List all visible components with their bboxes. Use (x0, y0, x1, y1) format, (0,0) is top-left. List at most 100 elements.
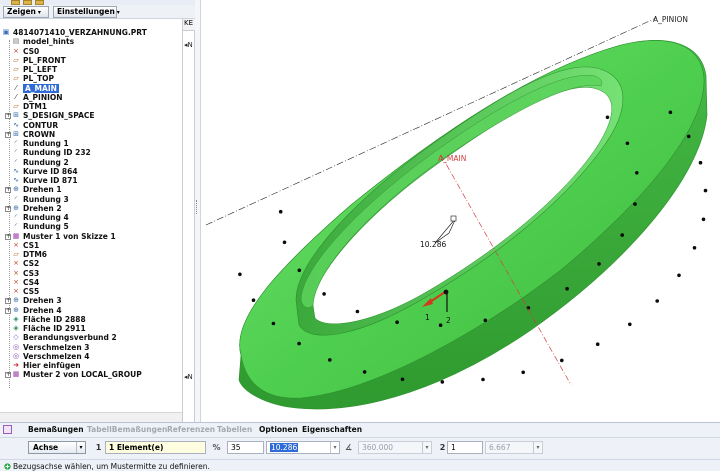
status-plus-icon (4, 463, 11, 470)
hole-marker (597, 262, 601, 266)
tree-item[interactable]: ⁄ A_MAIN (0, 83, 181, 93)
tree-item[interactable]: ⨯ CS5 (0, 287, 181, 296)
dimension-value-label[interactable]: 10.286 (420, 240, 446, 249)
pattern-type-dropdown[interactable]: Achse ▾ (28, 441, 86, 454)
hole-marker (560, 358, 564, 363)
tab-tables[interactable]: Tabellen (217, 425, 252, 434)
tree-item[interactable]: ⨯ CS2 (0, 259, 181, 268)
tree-item-label: Drehen 4 (23, 305, 62, 315)
graphics-viewport[interactable]: A_PINION A_MAIN 10.286 1 2 (201, 0, 720, 422)
tab-references[interactable]: Referenzen (167, 425, 215, 434)
tree-item[interactable]: + ⊞ S_DESIGN_SPACE (0, 111, 181, 120)
tree-item[interactable]: ▤ model_hints (0, 37, 181, 46)
hole-marker (362, 370, 367, 374)
revolve-icon: ⊕ (13, 305, 19, 314)
revolve-icon: ⊕ (13, 185, 19, 194)
tree-item[interactable]: ➜ Hier einfügen (0, 361, 181, 370)
boundary-blend-icon: ◇ (13, 333, 19, 342)
hole-marker (282, 240, 287, 245)
tree-item-label: PL_FRONT (23, 55, 66, 65)
expand-toggle-icon[interactable]: + (5, 307, 11, 314)
curve-icon: ∿ (13, 176, 19, 184)
tree-item[interactable]: ◎ Verschmelzen 4 (0, 352, 181, 361)
tree-item[interactable]: ◜ Rundung 4 (0, 213, 181, 222)
tree-item[interactable]: ⨯ CS3 (0, 269, 181, 278)
tree-item[interactable]: ▱ DTM1 (0, 102, 181, 111)
hole-marker (355, 309, 360, 314)
tree-item[interactable]: + ⊕ Drehen 4 (0, 306, 181, 315)
tab-table-dimensions[interactable]: TabellBemaßungen (87, 425, 167, 434)
tab-options[interactable]: Optionen (259, 425, 298, 434)
tree-item[interactable]: ▱ PL_LEFT (0, 65, 181, 74)
tree-item[interactable]: + ▦ Muster 2 von LOCAL_GROUP (0, 370, 181, 379)
tree-item[interactable]: ◜ Rundung 2 (0, 158, 181, 167)
tree-item[interactable]: + ⊞ CROWN (0, 130, 181, 139)
expand-toggle-icon[interactable]: + (5, 187, 11, 194)
hole-marker (668, 110, 673, 115)
a-main-axis-label[interactable]: A_MAIN (438, 154, 466, 163)
coordinate-system-icon: ⨯ (13, 240, 19, 249)
tree-item[interactable]: ◇ Berandungsverbund 2 (0, 333, 181, 342)
tree-item-label: CS4 (23, 277, 40, 287)
tree-column-header[interactable]: KE (182, 19, 195, 31)
tree-item[interactable]: ◜ Rundung 1 (0, 139, 181, 148)
tree-item[interactable]: ◈ Fläche ID 2911 (0, 324, 181, 333)
expand-toggle-icon[interactable]: + (5, 113, 11, 120)
tree-item[interactable]: ⁄ A_PINION (0, 93, 181, 102)
tree-item[interactable]: ◜ Rundung 5 (0, 222, 181, 231)
model-tree-panel: Zeigen ▾ Einstellungen ▾ KE ◂N ◂N ▣ 4814071… (0, 0, 195, 422)
axis-reference-collector[interactable]: 1 Element(e) (105, 441, 206, 454)
a-pinion-axis-label[interactable]: A_PINION (653, 15, 688, 24)
expand-toggle-icon[interactable]: + (5, 205, 11, 212)
expand-toggle-icon[interactable]: + (5, 372, 11, 379)
tree-item-label: Kurve ID 871 (23, 176, 78, 185)
tree-item-label: CS0 (23, 46, 40, 56)
tree-item[interactable]: ∿ Kurve ID 864 (0, 167, 181, 176)
hole-marker (251, 298, 256, 303)
hole-marker (655, 299, 659, 303)
tree-item[interactable]: ⨯ CS1 (0, 241, 181, 250)
tree-item[interactable]: ▱ PL_TOP (0, 74, 181, 83)
tree-item[interactable]: + ⊕ Drehen 3 (0, 296, 181, 305)
second-spacing-field[interactable]: 6.667 ▾ (485, 441, 543, 454)
hole-marker (628, 322, 632, 327)
expand-toggle-icon[interactable]: + (5, 131, 11, 138)
tree-item[interactable]: ◜ Rundung 3 (0, 195, 181, 204)
hole-marker (565, 286, 569, 291)
tab-properties[interactable]: Eigenschaften (302, 425, 362, 434)
second-direction-index: 2 (439, 443, 446, 452)
spacing-field[interactable]: 10.286 ▾ (266, 441, 340, 454)
datum-plane-icon: ▱ (13, 250, 19, 258)
tree-item[interactable]: ▣ 4814071410_VERZAHNUNG.PRT (0, 28, 181, 37)
show-menu-button[interactable]: Zeigen ▾ (3, 6, 49, 18)
gear-ring-model[interactable] (238, 40, 708, 410)
angle-range-field[interactable]: 360.000 ▾ (358, 441, 432, 454)
tree-item[interactable]: ∿ Kurve ID 871 (0, 176, 181, 185)
tree-item[interactable]: ◜ Rundung ID 232 (0, 148, 181, 157)
hole-marker (521, 370, 525, 375)
tab-dimensions[interactable]: Bemaßungen (28, 425, 84, 434)
second-count-field[interactable]: 1 (447, 441, 483, 454)
insert-here-icon: ➜ (13, 361, 19, 369)
expand-toggle-icon[interactable]: + (5, 298, 11, 305)
hole-marker (297, 341, 301, 346)
tree-item[interactable]: ◎ Verschmelzen 3 (0, 343, 181, 352)
tree-item[interactable]: ⨯ CS0 (0, 47, 181, 56)
tree-item[interactable]: ▱ DTM6 (0, 250, 181, 259)
tree-item[interactable]: ⨯ CS4 (0, 278, 181, 287)
tree-item[interactable]: + ⊕ Drehen 1 (0, 185, 181, 194)
settings-menu-button[interactable]: Einstellungen ▾ (53, 6, 120, 18)
tree-item[interactable]: + ▦ Muster 1 von Skizze 1 (0, 232, 181, 241)
tree-item-label: Kurve ID 864 (23, 166, 78, 176)
tree-item[interactable]: ∿ CONTUR (0, 121, 181, 130)
member-count-field[interactable]: 35 (227, 441, 264, 454)
tree-item[interactable]: ▱ PL_FRONT (0, 56, 181, 65)
first-direction-index: 1 (95, 443, 102, 452)
show-menu-label: Zeigen (7, 7, 36, 16)
expand-toggle-icon[interactable]: + (5, 233, 11, 240)
tree-item[interactable]: + ⊕ Drehen 2 (0, 204, 181, 213)
datum-axis-icon: ⁄ (15, 83, 17, 92)
tree-horizontal-scrollbar[interactable] (0, 412, 182, 422)
tree-item[interactable]: ◈ Fläche ID 2888 (0, 315, 181, 324)
hole-marker (625, 141, 630, 146)
